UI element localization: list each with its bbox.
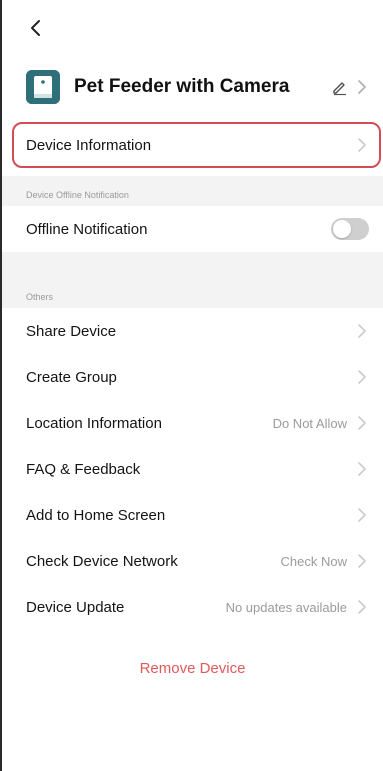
- section-header-others: Others: [2, 278, 383, 308]
- location-information-value: Do Not Allow: [272, 415, 347, 431]
- offline-notification-toggle[interactable]: [331, 218, 369, 240]
- section-header-offline: Device Offline Notification: [2, 176, 383, 206]
- chevron-right-icon: [357, 137, 369, 153]
- chevron-left-icon: [31, 20, 40, 36]
- chevron-right-icon: [357, 415, 369, 431]
- chevron-right-icon: [357, 323, 369, 339]
- check-device-network-value: Check Now: [280, 553, 347, 569]
- faq-feedback-label: FAQ & Feedback: [26, 460, 141, 478]
- location-information-label: Location Information: [26, 414, 162, 432]
- device-title: Pet Feeder with Camera: [74, 76, 290, 97]
- offline-notification-row: Offline Notification: [2, 206, 383, 252]
- add-home-screen-row[interactable]: Add to Home Screen: [2, 492, 383, 538]
- section-gap: [2, 252, 383, 278]
- chevron-right-icon: [357, 79, 369, 95]
- top-bar: [2, 0, 383, 52]
- device-information-label: Device Information: [26, 136, 152, 154]
- share-device-label: Share Device: [26, 322, 117, 340]
- location-information-row[interactable]: Location Information Do Not Allow: [2, 400, 383, 446]
- chevron-right-icon: [357, 599, 369, 615]
- pencil-icon[interactable]: [331, 78, 349, 96]
- check-device-network-row[interactable]: Check Device Network Check Now: [2, 538, 383, 584]
- device-update-row[interactable]: Device Update No updates available: [2, 584, 383, 630]
- section-title: Device Offline Notification: [26, 190, 129, 200]
- remove-device-label: Remove Device: [139, 659, 246, 677]
- device-update-label: Device Update: [26, 598, 125, 616]
- device-settings-screen: Pet Feeder with Camera Device Informatio…: [0, 0, 383, 771]
- chevron-right-icon: [357, 461, 369, 477]
- pet-feeder-icon: [26, 70, 60, 104]
- chevron-right-icon: [357, 369, 369, 385]
- add-home-screen-label: Add to Home Screen: [26, 506, 166, 524]
- share-device-row[interactable]: Share Device: [2, 308, 383, 354]
- toggle-knob: [333, 220, 351, 238]
- remove-device-button[interactable]: Remove Device: [2, 644, 383, 692]
- chevron-right-icon: [357, 507, 369, 523]
- back-button[interactable]: [26, 18, 46, 38]
- offline-notification-label: Offline Notification: [26, 220, 148, 238]
- chevron-right-icon: [357, 553, 369, 569]
- faq-feedback-row[interactable]: FAQ & Feedback: [2, 446, 383, 492]
- device-information-row[interactable]: Device Information: [12, 122, 381, 168]
- device-update-value: No updates available: [225, 599, 347, 615]
- check-device-network-label: Check Device Network: [26, 552, 178, 570]
- create-group-label: Create Group: [26, 368, 117, 386]
- section-title: Others: [26, 292, 54, 302]
- create-group-row[interactable]: Create Group: [2, 354, 383, 400]
- device-header[interactable]: Pet Feeder with Camera: [2, 52, 383, 122]
